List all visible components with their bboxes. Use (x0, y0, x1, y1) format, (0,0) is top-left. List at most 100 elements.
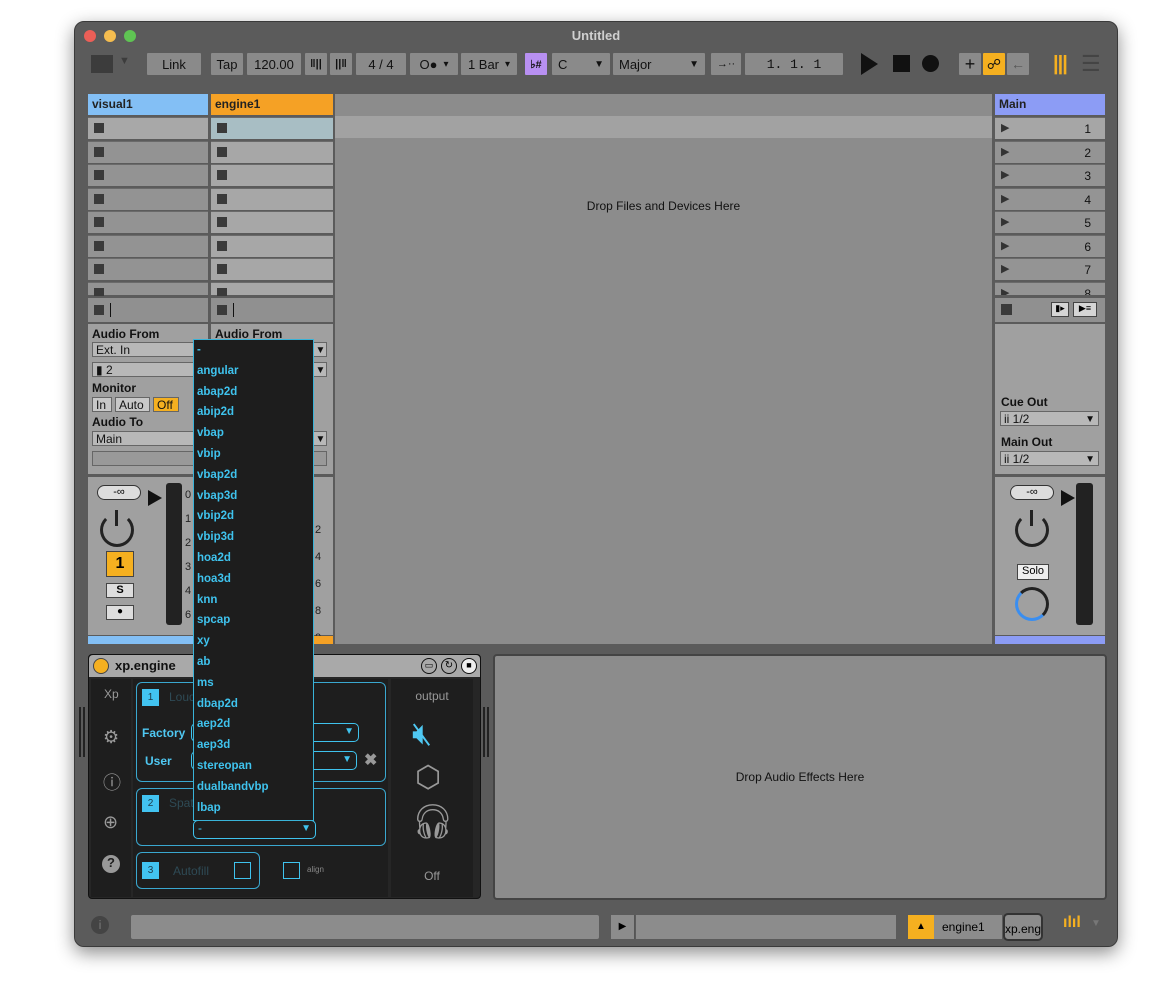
follow-arrow-icon[interactable]: →·· (711, 53, 741, 75)
menu-item[interactable]: hoa2d (194, 548, 313, 569)
menu-item[interactable]: dualbandvbp (194, 777, 313, 798)
audio-to-dropdown[interactable]: Main (92, 431, 202, 446)
menu-item[interactable]: vbip (194, 444, 313, 465)
info-icon[interactable]: ⓘ (103, 769, 121, 795)
menu-item[interactable]: vbip3d (194, 527, 313, 548)
arrangement-view-icon[interactable]: ☰ (1081, 51, 1101, 77)
back-to-arrangement-icon[interactable]: ← (1007, 53, 1029, 75)
time-signature-field[interactable]: 4 / 4 (356, 53, 406, 75)
monitor-off-button[interactable]: Off (153, 397, 179, 412)
main-out-dropdown[interactable]: ii 1/2 ▼ (1000, 451, 1099, 466)
delete-icon[interactable]: ✖ (364, 750, 377, 770)
track-header-engine1[interactable]: engine1 (211, 94, 333, 115)
audio-from-dropdown[interactable]: Ext. In (92, 342, 202, 357)
menu-item[interactable]: stereopan (194, 756, 313, 777)
clip-slot[interactable] (211, 117, 333, 139)
automation-arm-icon[interactable]: ☍ (983, 53, 1005, 75)
refresh-icon[interactable]: ↻ (441, 658, 457, 674)
monitor-auto-button[interactable]: Auto (115, 397, 150, 412)
globe-icon[interactable]: ⊕ (103, 812, 118, 833)
metronome-button[interactable]: O● (410, 53, 458, 75)
scene-launch[interactable]: ▶ 8 (995, 281, 1105, 295)
monitor-in-button[interactable]: In (92, 397, 112, 412)
menu-item[interactable]: aep3d (194, 735, 313, 756)
menu-item[interactable]: ab (194, 652, 313, 673)
help-icon[interactable]: ? (102, 855, 120, 873)
key-root-dropdown[interactable]: C ▼ (552, 53, 610, 75)
cue-volume-knob[interactable] (1015, 587, 1049, 621)
scene-launch[interactable]: ▶ 5 (995, 211, 1105, 233)
chevron-down-icon[interactable]: ▼ (1091, 918, 1101, 929)
menu-item[interactable]: spcap (194, 610, 313, 631)
device-activator-icon[interactable] (93, 658, 109, 674)
menu-item[interactable]: hoa3d (194, 569, 313, 590)
tempo-field[interactable]: 120.00 (247, 53, 301, 75)
stop-clips-engine1[interactable] (211, 298, 333, 322)
arm-button[interactable]: ● (106, 605, 134, 620)
audio-effects-drop-zone[interactable]: Drop Audio Effects Here (493, 654, 1107, 900)
mixer-icon[interactable]: ılıl (1063, 914, 1081, 932)
menu-item[interactable]: - (194, 340, 313, 361)
clip-slot[interactable] (211, 140, 333, 163)
save-icon[interactable]: ■ (461, 658, 477, 674)
audio-to-channel[interactable] (92, 451, 202, 466)
play-icon[interactable]: ▶ (611, 915, 635, 939)
autofill-checkbox[interactable] (234, 862, 251, 879)
clip-slot[interactable] (88, 281, 208, 296)
scene-launch[interactable]: ▶ 1 (995, 117, 1105, 139)
scene-list-icon[interactable]: ▶≡ (1073, 302, 1097, 317)
spatializer-popup-menu[interactable]: - angular abap2d abip2d vbap vbip vbap2d vbap3d… (193, 339, 314, 821)
gear-icon[interactable]: ⚙ (103, 727, 119, 748)
cube-icon[interactable]: ⬡ (415, 763, 441, 793)
clip-slot[interactable] (88, 164, 208, 186)
volume-slider-handle[interactable] (1061, 490, 1075, 506)
solo-button[interactable]: Solo (1017, 564, 1049, 580)
nudge-up-icon[interactable]: ||‖ (330, 53, 352, 75)
pan-knob[interactable] (1015, 510, 1049, 547)
stop-all-clips[interactable]: ▮▸ ▶≡ (995, 298, 1105, 322)
stop-clips-visual1[interactable] (88, 298, 208, 322)
selected-device-chip[interactable]: xp.eng (1003, 913, 1043, 941)
chevron-down-icon[interactable]: ▼ (119, 55, 130, 67)
collapse-up-icon[interactable]: ▲ (908, 915, 934, 939)
volume-field[interactable]: -∞ (97, 485, 141, 500)
scale-mode-button[interactable]: ♭# (525, 53, 547, 75)
clip-slot[interactable] (88, 258, 208, 280)
scene-launch[interactable]: ▶ 7 (995, 258, 1105, 280)
input-channel-dropdown[interactable]: ▮ 2 (92, 362, 202, 377)
menu-item[interactable]: angular (194, 361, 313, 382)
selected-track-label[interactable]: engine1 (934, 915, 1002, 939)
nudge-down-icon[interactable]: ‖|| (305, 53, 327, 75)
clip-slot[interactable] (211, 258, 333, 280)
clip-slot[interactable] (88, 140, 208, 163)
clip-slot[interactable] (88, 234, 208, 257)
headphones-icon[interactable]: 🎧︎ (411, 805, 454, 839)
track-activator-button[interactable]: 1 (106, 551, 134, 577)
clip-slot[interactable] (211, 187, 333, 210)
menu-item[interactable]: lbap (194, 798, 313, 819)
link-button[interactable]: Link (147, 53, 201, 75)
spatializer-dropdown[interactable]: - (193, 820, 316, 839)
play-icon[interactable] (861, 53, 878, 75)
clip-slot[interactable] (211, 234, 333, 257)
menu-item[interactable]: abap2d (194, 382, 313, 403)
scene-launch[interactable]: ▶ 3 (995, 164, 1105, 186)
hot-swap-icon[interactable]: ▭ (421, 658, 437, 674)
volume-slider-handle[interactable] (148, 490, 162, 506)
clip-slot[interactable] (88, 117, 208, 139)
main-volume-field[interactable]: -∞ (1010, 485, 1054, 500)
scene-launch[interactable]: ▶ 4 (995, 187, 1105, 210)
menu-item[interactable]: ms (194, 673, 313, 694)
menu-item[interactable]: vbip2d (194, 506, 313, 527)
scene-launch[interactable]: ▶ 6 (995, 234, 1105, 257)
record-icon[interactable] (922, 55, 939, 72)
menu-item[interactable]: vbap2d (194, 465, 313, 486)
menu-item[interactable]: vbap (194, 423, 313, 444)
quantize-dropdown[interactable]: 1 Bar (461, 53, 517, 75)
menu-item[interactable]: xy (194, 631, 313, 652)
scale-dropdown[interactable]: Major ▼ (613, 53, 705, 75)
launch-scene-icon[interactable]: ▮▸ (1051, 302, 1069, 317)
session-view-icon[interactable]: ||| (1053, 53, 1068, 76)
track-header-visual1[interactable]: visual1 (88, 94, 208, 115)
clip-slot[interactable] (88, 187, 208, 210)
